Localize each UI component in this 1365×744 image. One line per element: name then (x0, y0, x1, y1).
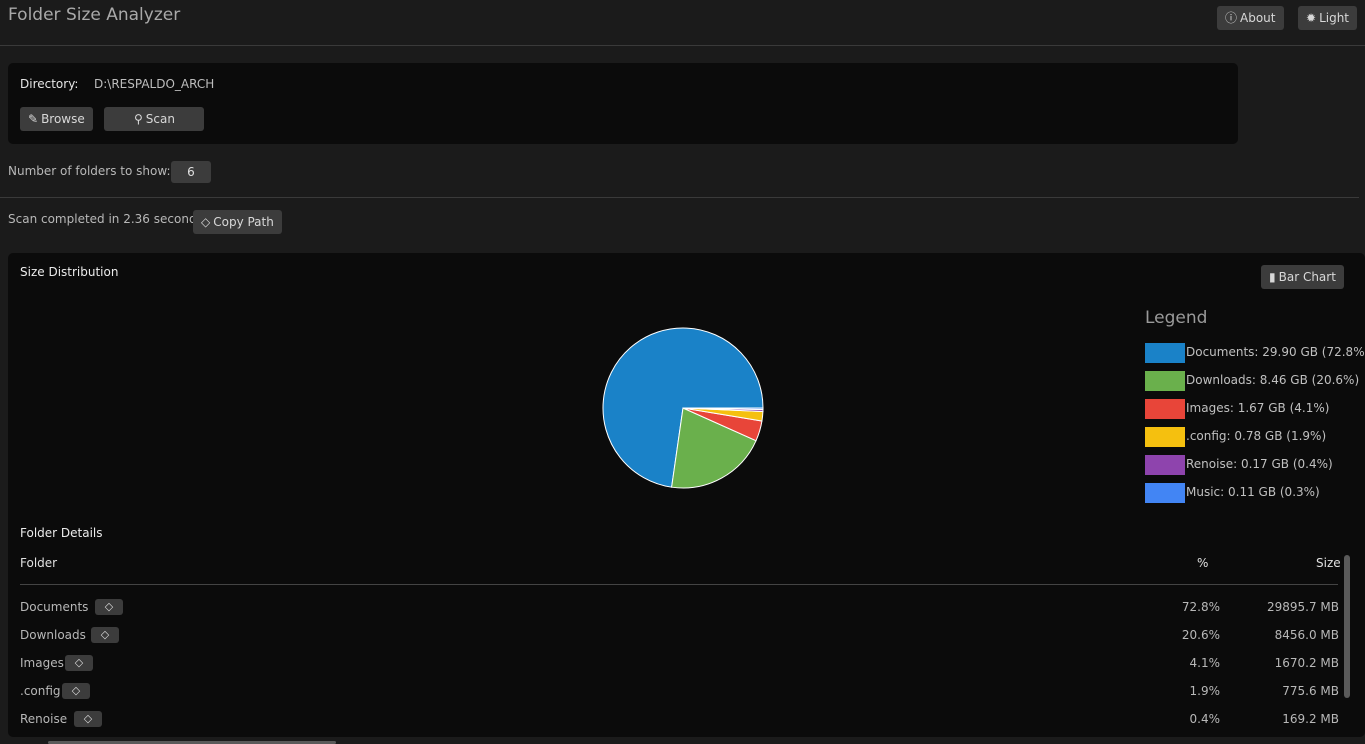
table-row[interactable]: .config ◇ 1.9% 775.6 MB (20, 681, 1340, 703)
legend-label: Images: 1.67 GB (4.1%) (1186, 401, 1330, 415)
copy-path-tag-icon[interactable]: ◇ (65, 655, 93, 671)
bar-chart-toggle-button[interactable]: ▮ Bar Chart (1261, 265, 1344, 289)
copy-path-tag-icon[interactable]: ◇ (62, 683, 90, 699)
copy-path-tag-icon[interactable]: ◇ (95, 599, 123, 615)
folder-percent: 1.9% (1189, 684, 1221, 698)
folder-size: 29895.7 MB (1266, 600, 1339, 614)
column-header-percent[interactable]: % (1197, 556, 1208, 570)
divider (0, 197, 1359, 198)
bar-chart-label: Bar Chart (1278, 270, 1336, 284)
legend-label: Documents: 29.90 GB (72.8%) (1186, 345, 1365, 359)
app-title: Folder Size Analyzer (8, 5, 181, 25)
folder-name: Images (20, 656, 64, 670)
legend-title: Legend (1145, 308, 1208, 328)
folder-percent: 72.8% (1181, 600, 1220, 614)
legend-swatch (1145, 427, 1185, 447)
column-header-folder[interactable]: Folder (20, 556, 57, 570)
pie-chart (602, 327, 764, 489)
browse-label: Browse (41, 112, 85, 126)
directory-panel: Directory: D:\RESPALDO_ARCH ✎ Browse ⚲ Sca… (8, 63, 1238, 144)
column-header-size[interactable]: Size (1316, 556, 1341, 570)
folders-to-show-input[interactable]: 6 (171, 161, 211, 183)
folder-size: 775.6 MB (1282, 684, 1339, 698)
folders-to-show-label: Number of folders to show: (8, 164, 171, 178)
scan-status: Scan completed in 2.36 seconds (8, 212, 203, 226)
scan-button[interactable]: ⚲ Scan (104, 107, 204, 131)
vertical-scrollbar[interactable] (1344, 555, 1350, 698)
header-divider (20, 584, 1338, 585)
search-icon: ⚲ (134, 112, 143, 126)
folder-size: 8456.0 MB (1274, 628, 1339, 642)
folder-icon: ✎ (28, 112, 39, 126)
theme-label: Light (1319, 11, 1350, 25)
table-row[interactable]: Renoise ◇ 0.4% 169.2 MB (20, 709, 1340, 731)
folder-size: 1670.2 MB (1274, 656, 1339, 670)
legend-swatch (1145, 343, 1185, 363)
directory-label: Directory: (20, 77, 79, 91)
bar-chart-icon: ▮ (1269, 270, 1276, 284)
copy-path-label: Copy Path (213, 215, 274, 229)
legend-swatch (1145, 483, 1185, 503)
about-button[interactable]: ⓘ About (1217, 6, 1284, 30)
info-icon: ⓘ (1225, 11, 1238, 25)
title-bar: Folder Size Analyzer ⓘ About ✹ Light (0, 0, 1365, 46)
legend-swatch (1145, 399, 1185, 419)
legend-swatch (1145, 371, 1185, 391)
folder-name: .config (20, 684, 61, 698)
directory-path: D:\RESPALDO_ARCH (94, 77, 215, 91)
legend-swatch (1145, 455, 1185, 475)
legend-label: Music: 0.11 GB (0.3%) (1186, 485, 1320, 499)
copy-path-tag-icon[interactable]: ◇ (74, 711, 102, 727)
folder-percent: 0.4% (1189, 712, 1221, 726)
theme-toggle-button[interactable]: ✹ Light (1298, 6, 1358, 30)
copy-path-button[interactable]: ◇ Copy Path (193, 210, 282, 234)
folder-percent: 20.6% (1181, 628, 1220, 642)
folder-name: Documents (20, 600, 89, 614)
legend-label: Downloads: 8.46 GB (20.6%) (1186, 373, 1360, 387)
table-row[interactable]: Downloads ◇ 20.6% 8456.0 MB (20, 625, 1340, 647)
folder-details-title: Folder Details (20, 526, 103, 540)
copy-path-tag-icon[interactable]: ◇ (91, 627, 119, 643)
legend-label: Renoise: 0.17 GB (0.4%) (1186, 457, 1333, 471)
tag-icon: ◇ (201, 215, 211, 229)
table-row[interactable]: Images ◇ 4.1% 1670.2 MB (20, 653, 1340, 675)
folder-name: Downloads (20, 628, 86, 642)
legend-label: .config: 0.78 GB (1.9%) (1186, 429, 1327, 443)
folder-size: 169.2 MB (1282, 712, 1339, 726)
scan-label: Scan (145, 112, 175, 126)
about-label: About (1240, 11, 1276, 25)
browse-button[interactable]: ✎ Browse (20, 107, 93, 131)
folder-percent: 4.1% (1189, 656, 1221, 670)
size-distribution-title: Size Distribution (20, 265, 119, 279)
sun-icon: ✹ (1306, 11, 1317, 25)
folder-name: Renoise (20, 712, 68, 726)
table-row[interactable]: Documents ◇ 72.8% 29895.7 MB (20, 597, 1340, 619)
